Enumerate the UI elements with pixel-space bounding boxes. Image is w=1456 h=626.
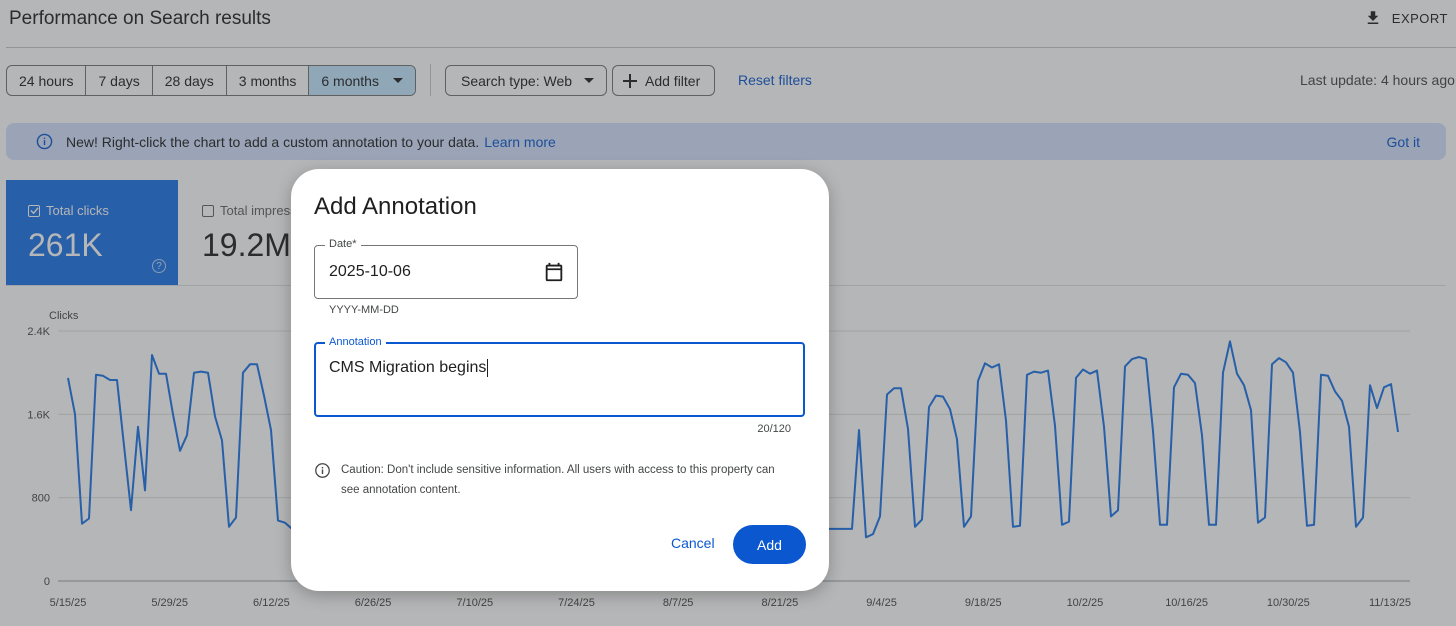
date-format-hint: YYYY-MM-DD	[329, 304, 399, 316]
annotation-field-value: CMS Migration begins	[329, 359, 487, 376]
info-icon	[315, 463, 330, 478]
calendar-icon[interactable]	[543, 261, 565, 283]
annotation-field-content: CMS Migration begins	[329, 359, 489, 377]
text-cursor	[487, 359, 489, 377]
caution-note: Caution: Don't include sensitive informa…	[314, 460, 794, 500]
cancel-button[interactable]: Cancel	[671, 535, 715, 551]
annotation-field[interactable]: Annotation CMS Migration begins	[314, 336, 805, 417]
add-button[interactable]: Add	[733, 525, 806, 564]
character-counter: 20/120	[757, 423, 791, 435]
annotation-field-label: Annotation	[325, 336, 386, 348]
add-annotation-dialog: Add Annotation Date* 2025-10-06 YYYY-MM-…	[291, 169, 829, 591]
caution-text: Caution: Don't include sensitive informa…	[341, 464, 775, 496]
date-field-value: 2025-10-06	[329, 263, 411, 280]
date-field[interactable]: Date* 2025-10-06	[314, 238, 578, 299]
dialog-title: Add Annotation	[314, 193, 477, 220]
date-field-label: Date*	[325, 238, 361, 250]
